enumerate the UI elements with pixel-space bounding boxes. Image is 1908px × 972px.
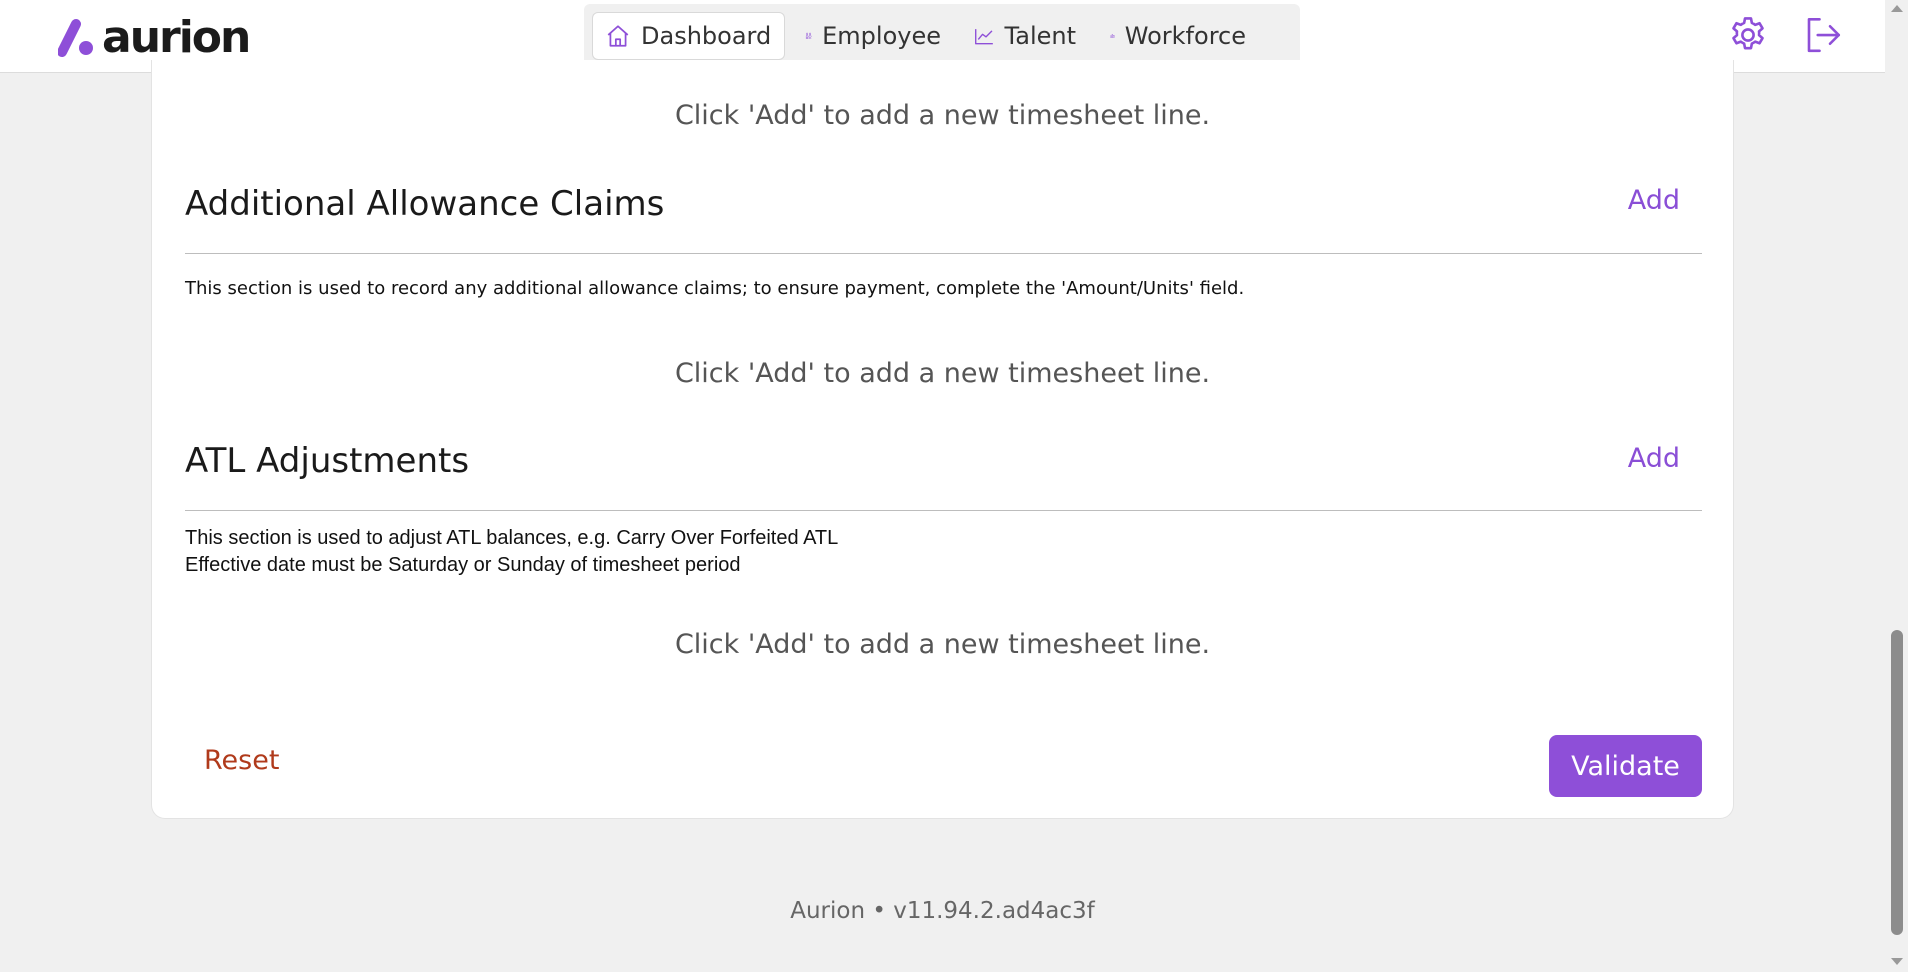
validate-button[interactable]: Validate <box>1549 735 1702 797</box>
aurion-logo[interactable]: aurion <box>58 12 251 63</box>
home-icon <box>607 25 629 47</box>
nav-label-dashboard: Dashboard <box>641 22 772 50</box>
nav-tab-employee[interactable]: Employee <box>793 13 953 59</box>
atl-empty-message: Click 'Add' to add a new timesheet line. <box>674 629 1211 660</box>
bar-chart-icon <box>1110 34 1115 38</box>
allowance-empty-message: Click 'Add' to add a new timesheet line. <box>674 358 1211 389</box>
logout-icon[interactable] <box>1802 14 1844 56</box>
allowance-claims-description: This section is used to record any addit… <box>185 278 1245 299</box>
nav-tab-talent[interactable]: Talent <box>962 13 1088 59</box>
section-title-allowance-claims: Additional Allowance Claims <box>185 184 665 224</box>
timesheet-card: Click 'Add' to add a new timesheet line.… <box>151 60 1734 819</box>
atl-description-line-2: Effective date must be Saturday or Sunda… <box>185 554 741 576</box>
people-icon <box>805 32 812 40</box>
trend-chart-icon <box>975 29 993 45</box>
section-title-atl-adjustments: ATL Adjustments <box>185 441 470 481</box>
add-allowance-claim-button[interactable]: Add <box>1628 185 1680 216</box>
logo-mark-icon <box>58 19 93 57</box>
scrollbar-thumb[interactable] <box>1891 630 1903 935</box>
scroll-up-arrow-icon[interactable] <box>1891 5 1903 12</box>
nav-tab-workforce[interactable]: Workforce <box>1098 13 1258 59</box>
section-divider <box>185 510 1702 511</box>
scroll-down-arrow-icon[interactable] <box>1891 958 1903 965</box>
empty-timesheet-message: Click 'Add' to add a new timesheet line. <box>674 100 1211 131</box>
logo-text: aurion <box>102 12 251 63</box>
nav-tab-dashboard[interactable]: Dashboard <box>593 13 784 59</box>
main-nav: Dashboard Employee Talent Workforce <box>584 4 1300 68</box>
footer-version: Aurion • v11.94.2.ad4ac3f <box>790 898 1095 924</box>
nav-label-workforce: Workforce <box>1124 22 1246 50</box>
section-divider <box>185 253 1702 254</box>
nav-label-talent: Talent <box>1004 22 1076 50</box>
atl-description-line-1: This section is used to adjust ATL balan… <box>185 527 839 549</box>
nav-label-employee: Employee <box>822 22 941 50</box>
gear-icon[interactable] <box>1727 14 1769 56</box>
reset-button[interactable]: Reset <box>204 745 279 776</box>
add-atl-adjustment-button[interactable]: Add <box>1628 443 1680 474</box>
page-scrollbar[interactable] <box>1885 0 1908 972</box>
